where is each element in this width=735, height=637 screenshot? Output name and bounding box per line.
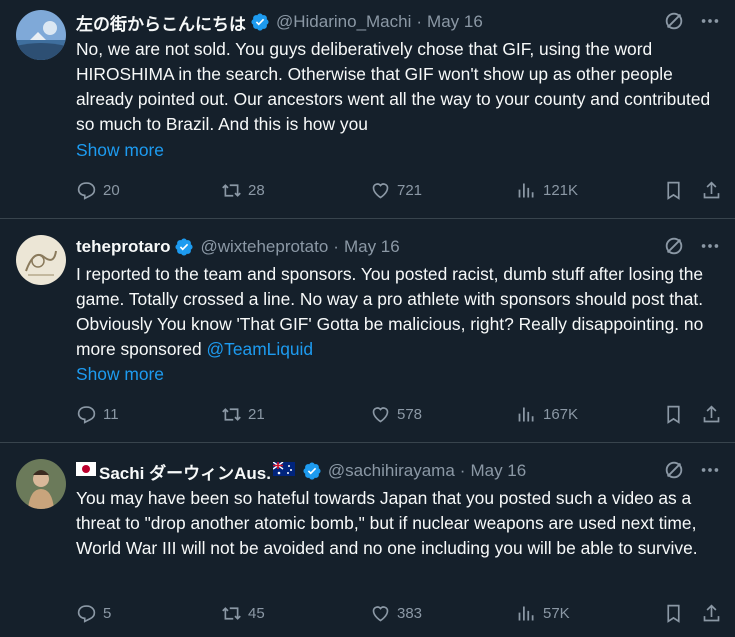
retweet-button[interactable]: 21 (221, 404, 265, 425)
timeline-feed: 左の街からこんにちは @Hidarino_Machi · May 16 No, … (0, 0, 735, 637)
grok-icon[interactable] (663, 459, 685, 481)
like-button[interactable]: 578 (370, 404, 422, 425)
retweet-count: 28 (248, 181, 265, 199)
tweet-header: Sachi ダーウィンAus. @sachihirayama · May 16 (76, 459, 719, 483)
share-button[interactable] (701, 603, 722, 624)
reply-count: 20 (103, 181, 120, 199)
bookmark-button[interactable] (663, 180, 684, 201)
views-icon (516, 603, 537, 624)
tweet-text-content: I reported to the team and sponsors. You… (76, 264, 704, 359)
tweet-header-icons (663, 235, 721, 257)
handle[interactable]: @sachihirayama (328, 461, 455, 481)
retweet-icon (221, 180, 242, 201)
tweet[interactable]: 左の街からこんにちは @Hidarino_Machi · May 16 No, … (0, 0, 735, 219)
tweet-text: You may have been so hateful towards Jap… (76, 486, 726, 561)
separator: · (333, 237, 339, 256)
tweet-actions: 5 45 383 57K (76, 601, 722, 625)
grok-icon[interactable] (663, 10, 685, 32)
views-count: 57K (543, 604, 570, 622)
separator: · (416, 12, 423, 31)
retweet-count: 45 (248, 604, 265, 622)
timestamp[interactable]: May 16 (470, 461, 526, 481)
share-icon (701, 180, 722, 201)
views-count: 121K (543, 181, 579, 199)
share-button[interactable] (701, 404, 722, 425)
tweet[interactable]: Sachi ダーウィンAus. @sachihirayama · May 16 … (0, 443, 735, 637)
tweet-text: No, we are not sold. You guys deliberati… (76, 37, 726, 137)
bookmark-button[interactable] (663, 404, 684, 425)
reply-count: 11 (103, 405, 119, 423)
japan-flag-icon (76, 461, 96, 481)
views-button[interactable]: 167K (516, 404, 578, 425)
views-button[interactable]: 121K (516, 180, 578, 201)
tweet-actions: 11 21 578 167K (76, 402, 722, 426)
more-icon[interactable] (699, 10, 721, 32)
like-icon (370, 404, 391, 425)
more-icon[interactable] (699, 235, 721, 257)
like-count: 578 (397, 405, 423, 423)
share-icon (701, 603, 722, 624)
bookmark-icon (663, 603, 684, 624)
tweet-text: I reported to the team and sponsors. You… (76, 262, 726, 362)
reply-button[interactable]: 20 (76, 180, 120, 201)
display-name[interactable]: teheprotaro (76, 237, 170, 257)
retweet-count: 21 (248, 405, 265, 423)
reply-button[interactable]: 5 (76, 603, 111, 624)
verified-badge-icon (302, 461, 322, 481)
tweet-header: 左の街からこんにちは @Hidarino_Machi · May 16 (76, 10, 719, 34)
tweet-header: teheprotaro @wixteheprotato · May 16 (76, 235, 719, 259)
verified-badge-icon (174, 237, 194, 257)
like-button[interactable]: 721 (370, 180, 422, 201)
australia-flag-icon (272, 461, 295, 481)
retweet-icon (221, 603, 242, 624)
separator: · (459, 461, 466, 480)
like-button[interactable]: 383 (370, 603, 422, 624)
reply-icon (76, 180, 97, 201)
views-count: 167K (543, 405, 579, 423)
timestamp[interactable]: May 16 (427, 12, 483, 32)
share-icon (701, 404, 722, 425)
handle[interactable]: @wixteheprotato (200, 237, 328, 257)
show-more-link[interactable]: Show more (76, 138, 164, 163)
reply-count: 5 (103, 604, 112, 622)
reply-icon (76, 404, 97, 425)
like-icon (370, 180, 391, 201)
bookmark-button[interactable] (663, 603, 684, 624)
avatar[interactable] (16, 459, 66, 509)
like-count: 721 (397, 181, 423, 199)
avatar[interactable] (16, 10, 66, 60)
tweet-text-content: You may have been so hateful towards Jap… (76, 488, 698, 558)
reply-button[interactable]: 11 (76, 404, 119, 425)
tweet-text-content: No, we are not sold. You guys deliberati… (76, 39, 711, 134)
views-icon (516, 404, 537, 425)
reply-icon (76, 603, 97, 624)
tweet[interactable]: teheprotaro @wixteheprotato · May 16 I r… (0, 219, 735, 443)
bookmark-icon (663, 404, 684, 425)
show-more-link[interactable]: Show more (76, 362, 164, 387)
more-icon[interactable] (699, 459, 721, 481)
avatar[interactable] (16, 235, 66, 285)
like-count: 383 (397, 604, 423, 622)
bookmark-icon (663, 180, 684, 201)
tweet-actions: 20 28 721 121K (76, 178, 722, 202)
grok-icon[interactable] (663, 235, 685, 257)
views-button[interactable]: 57K (516, 603, 570, 624)
tweet-header-icons (663, 459, 721, 481)
display-name[interactable]: Sachi ダーウィンAus. (99, 459, 271, 484)
display-name[interactable]: 左の街からこんにちは (76, 10, 246, 35)
tweet-header-icons (663, 10, 721, 32)
retweet-icon (221, 404, 242, 425)
retweet-button[interactable]: 45 (221, 603, 265, 624)
timestamp[interactable]: May 16 (344, 237, 400, 257)
retweet-button[interactable]: 28 (221, 180, 265, 201)
like-icon (370, 603, 391, 624)
verified-badge-icon (250, 12, 270, 32)
mention-link[interactable]: @TeamLiquid (207, 339, 314, 359)
share-button[interactable] (701, 180, 722, 201)
handle[interactable]: @Hidarino_Machi (276, 12, 411, 32)
views-icon (516, 180, 537, 201)
